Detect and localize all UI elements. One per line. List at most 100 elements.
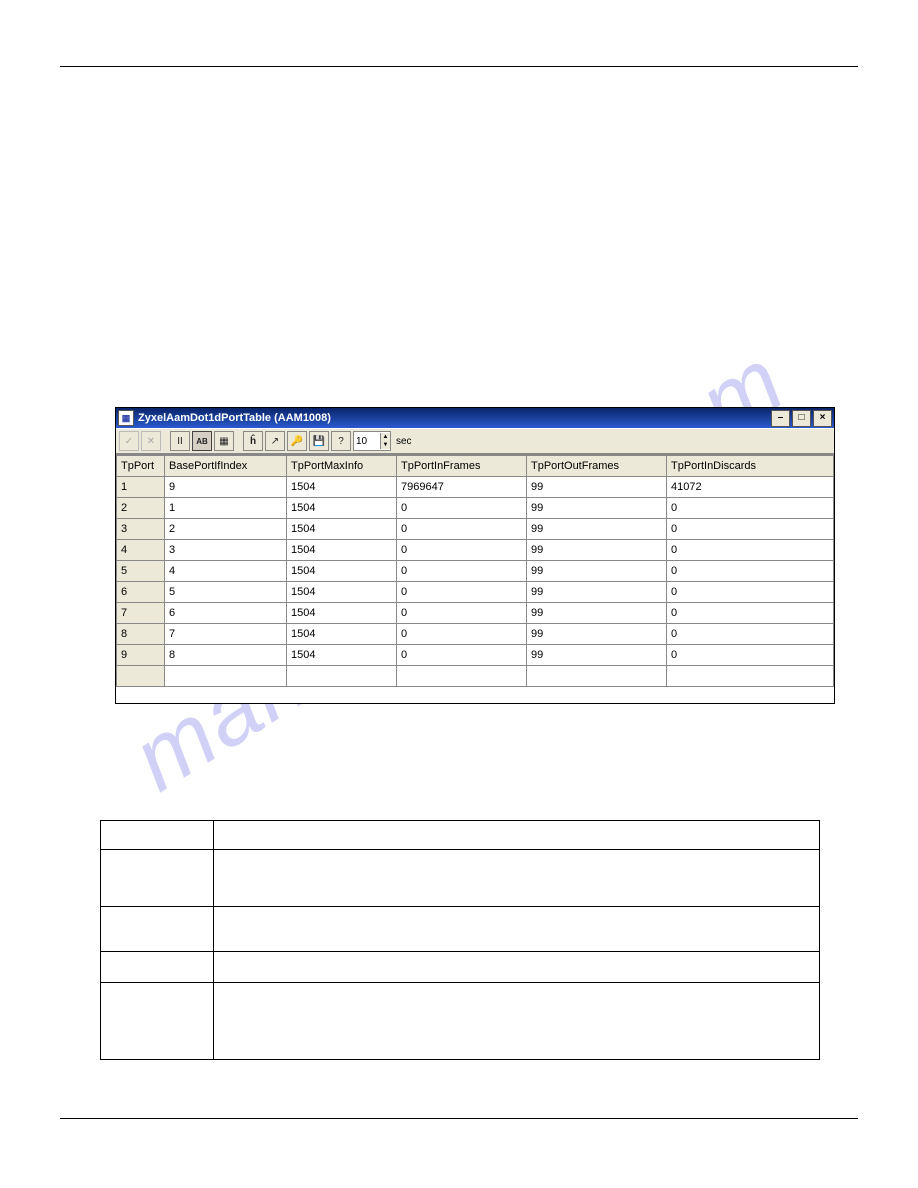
cell[interactable]: 1504	[287, 477, 397, 498]
window: ▦ ZyxelAamDot1dPortTable (AAM1008) – □ ×…	[115, 407, 835, 704]
col-tpportinframes[interactable]: TpPortInFrames	[397, 456, 527, 477]
cell[interactable]	[117, 666, 165, 687]
cell[interactable]: 0	[397, 645, 527, 666]
cell[interactable]: 2	[117, 498, 165, 519]
cell[interactable]: 1	[165, 498, 287, 519]
spinner-up-icon[interactable]: ▲	[380, 433, 390, 441]
cell[interactable]: 41072	[667, 477, 834, 498]
cell[interactable]	[667, 666, 834, 687]
cell[interactable]: 9	[165, 477, 287, 498]
close-button[interactable]: ×	[813, 410, 832, 427]
cell[interactable]: 0	[667, 603, 834, 624]
titlebar[interactable]: ▦ ZyxelAamDot1dPortTable (AAM1008) – □ ×	[116, 408, 834, 428]
cell[interactable]: 1504	[287, 645, 397, 666]
cell[interactable]: 4	[165, 561, 287, 582]
chart-icon[interactable]: ↗	[265, 431, 285, 451]
toolbar: ✓ ✕ II AB ▦ ĥ ↗ 🔑 💾 ? ▲ ▼ sec	[116, 428, 834, 454]
cell[interactable]: 1504	[287, 582, 397, 603]
refresh-interval-spinner[interactable]: ▲ ▼	[353, 431, 391, 451]
cell[interactable]: 1	[117, 477, 165, 498]
table-row[interactable]: 2115040990	[117, 498, 834, 519]
cell[interactable]: 99	[527, 498, 667, 519]
bottom-rule	[60, 1118, 858, 1119]
cell[interactable]: 0	[397, 519, 527, 540]
cell[interactable]: 6	[165, 603, 287, 624]
window-title: ZyxelAamDot1dPortTable (AAM1008)	[138, 412, 331, 424]
col-tpport[interactable]: TpPort	[117, 456, 165, 477]
ab-toggle-icon[interactable]: AB	[192, 431, 212, 451]
cell[interactable]: 1504	[287, 519, 397, 540]
cell[interactable]: 9	[117, 645, 165, 666]
col-baseportifindex[interactable]: BasePortIfIndex	[165, 456, 287, 477]
cancel-icon[interactable]: ✕	[141, 431, 161, 451]
apply-icon[interactable]: ✓	[119, 431, 139, 451]
cell[interactable]: 99	[527, 519, 667, 540]
cell[interactable]: 0	[397, 582, 527, 603]
cell[interactable]: 3	[165, 540, 287, 561]
col-tpportindiscards[interactable]: TpPortInDiscards	[667, 456, 834, 477]
cell[interactable]: 0	[667, 498, 834, 519]
cell[interactable]: 6	[117, 582, 165, 603]
table-row[interactable]: 7615040990	[117, 603, 834, 624]
cell[interactable]: 99	[527, 603, 667, 624]
cell[interactable]: 0	[667, 624, 834, 645]
cell[interactable]: 99	[527, 561, 667, 582]
table-row[interactable]: 3215040990	[117, 519, 834, 540]
cell[interactable]: 99	[527, 540, 667, 561]
cell[interactable]: 7969647	[397, 477, 527, 498]
cell[interactable]: 4	[117, 540, 165, 561]
cell[interactable]: 5	[165, 582, 287, 603]
minimize-button[interactable]: –	[771, 410, 790, 427]
cell[interactable]: 1504	[287, 624, 397, 645]
maximize-button[interactable]: □	[792, 410, 811, 427]
cell[interactable]: 3	[117, 519, 165, 540]
cell[interactable]: 0	[667, 645, 834, 666]
cell[interactable]: 99	[527, 477, 667, 498]
description-table	[100, 820, 820, 1060]
find-icon[interactable]: ĥ	[243, 431, 263, 451]
cell[interactable]: 0	[667, 540, 834, 561]
table-header-row: TpPort BasePortIfIndex TpPortMaxInfo TpP…	[117, 456, 834, 477]
table-row[interactable]	[117, 666, 834, 687]
table-row[interactable]: 19150479696479941072	[117, 477, 834, 498]
cell[interactable]	[287, 666, 397, 687]
cell[interactable]: 1504	[287, 540, 397, 561]
save-icon[interactable]: 💾	[309, 431, 329, 451]
table-row[interactable]: 5415040990	[117, 561, 834, 582]
cell[interactable]: 0	[397, 561, 527, 582]
cell[interactable]	[397, 666, 527, 687]
cell[interactable]: 8	[165, 645, 287, 666]
cell[interactable]: 1504	[287, 498, 397, 519]
spinner-down-icon[interactable]: ▼	[380, 441, 390, 449]
table-row[interactable]: 9815040990	[117, 645, 834, 666]
col-tpportmaxinfo[interactable]: TpPortMaxInfo	[287, 456, 397, 477]
table-row[interactable]: 8715040990	[117, 624, 834, 645]
cell[interactable]: 7	[117, 603, 165, 624]
cell[interactable]: 2	[165, 519, 287, 540]
cell[interactable]: 0	[397, 603, 527, 624]
cell[interactable]: 0	[667, 519, 834, 540]
cell[interactable]: 99	[527, 624, 667, 645]
cell[interactable]: 8	[117, 624, 165, 645]
cell[interactable]	[165, 666, 287, 687]
cell[interactable]: 0	[397, 498, 527, 519]
grid-icon[interactable]: ▦	[214, 431, 234, 451]
cell[interactable]: 99	[527, 582, 667, 603]
table-row[interactable]: 6515040990	[117, 582, 834, 603]
cell[interactable]: 99	[527, 645, 667, 666]
pause-icon[interactable]: II	[170, 431, 190, 451]
cell[interactable]: 0	[397, 624, 527, 645]
cell[interactable]: 1504	[287, 603, 397, 624]
cell[interactable]: 0	[397, 540, 527, 561]
col-tpportoutframes[interactable]: TpPortOutFrames	[527, 456, 667, 477]
table-row[interactable]: 4315040990	[117, 540, 834, 561]
cell[interactable]: 1504	[287, 561, 397, 582]
cell[interactable]	[527, 666, 667, 687]
refresh-interval-input[interactable]	[354, 436, 380, 447]
help-icon[interactable]: ?	[331, 431, 351, 451]
key-icon[interactable]: 🔑	[287, 431, 307, 451]
cell[interactable]: 0	[667, 561, 834, 582]
cell[interactable]: 7	[165, 624, 287, 645]
cell[interactable]: 0	[667, 582, 834, 603]
cell[interactable]: 5	[117, 561, 165, 582]
